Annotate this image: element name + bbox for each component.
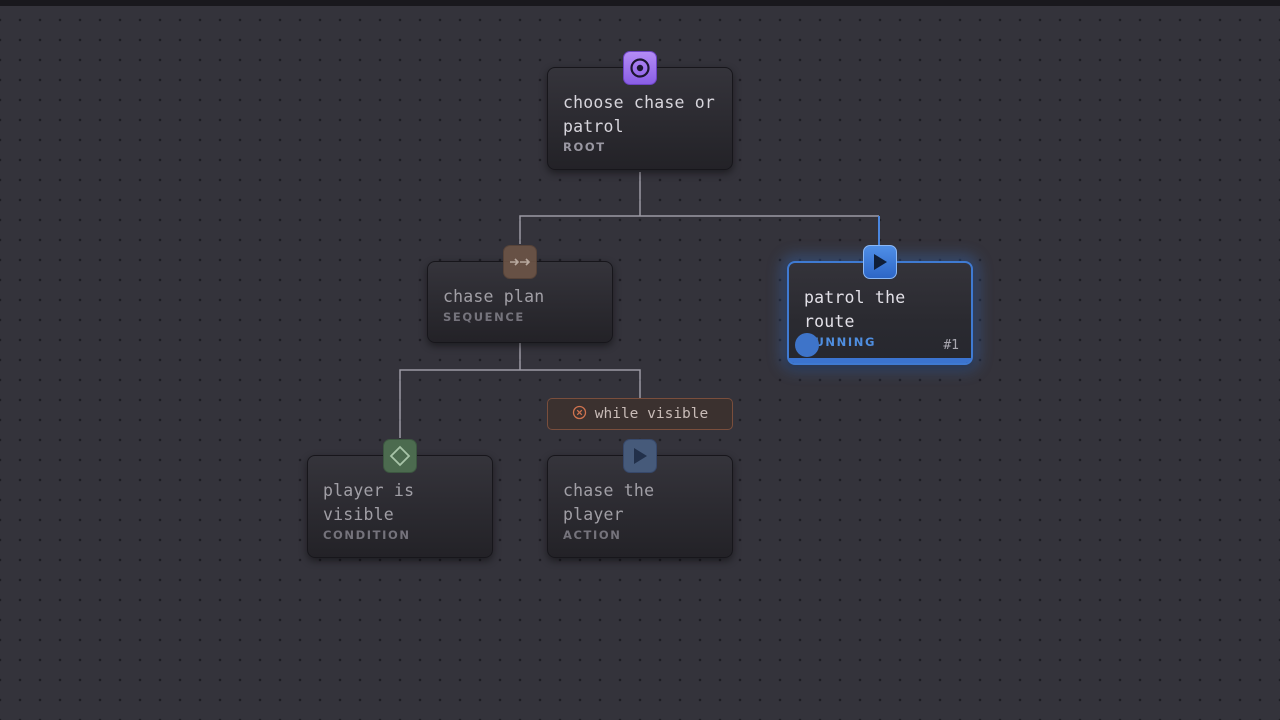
- node-kind-label: SEQUENCE: [443, 310, 525, 324]
- sequence-arrows-icon: [503, 245, 537, 279]
- running-indicator-dot: [795, 333, 819, 357]
- progress-bar: [789, 358, 971, 363]
- progress-fill: [789, 358, 971, 363]
- wire-sequence-to-decorator: [520, 369, 641, 398]
- node-title: chase plan: [443, 287, 545, 306]
- node-kind-label: CONDITION: [323, 528, 411, 542]
- status-running-label: RUNNING: [804, 335, 876, 349]
- node-condition[interactable]: player is visible CONDITION: [307, 439, 493, 558]
- decorator-label: while visible: [594, 406, 709, 422]
- target-icon: [623, 51, 657, 85]
- node-chase-action[interactable]: chase the player ACTION: [547, 439, 733, 558]
- node-title: patrol the route: [804, 288, 906, 331]
- node-title: chase the player: [563, 481, 655, 524]
- node-sequence[interactable]: chase plan SEQUENCE: [427, 245, 613, 343]
- cancel-circle-icon: [572, 405, 587, 424]
- node-title: choose chase or patrol: [563, 93, 716, 136]
- node-root[interactable]: choose chase or patrol ROOT: [547, 51, 733, 170]
- node-kind-label: ROOT: [563, 140, 606, 154]
- run-index-badge: #1: [943, 338, 959, 353]
- node-kind-label: ACTION: [563, 528, 622, 542]
- play-icon: [623, 439, 657, 473]
- play-icon: [863, 245, 897, 279]
- diamond-icon: [383, 439, 417, 473]
- wire-sequence-to-condition: [399, 369, 520, 438]
- node-patrol[interactable]: patrol the route RUNNING #1: [787, 245, 973, 365]
- decorator-while-visible[interactable]: while visible: [547, 398, 733, 430]
- node-title: player is visible: [323, 481, 415, 524]
- wire-root-to-sequence: [519, 215, 640, 244]
